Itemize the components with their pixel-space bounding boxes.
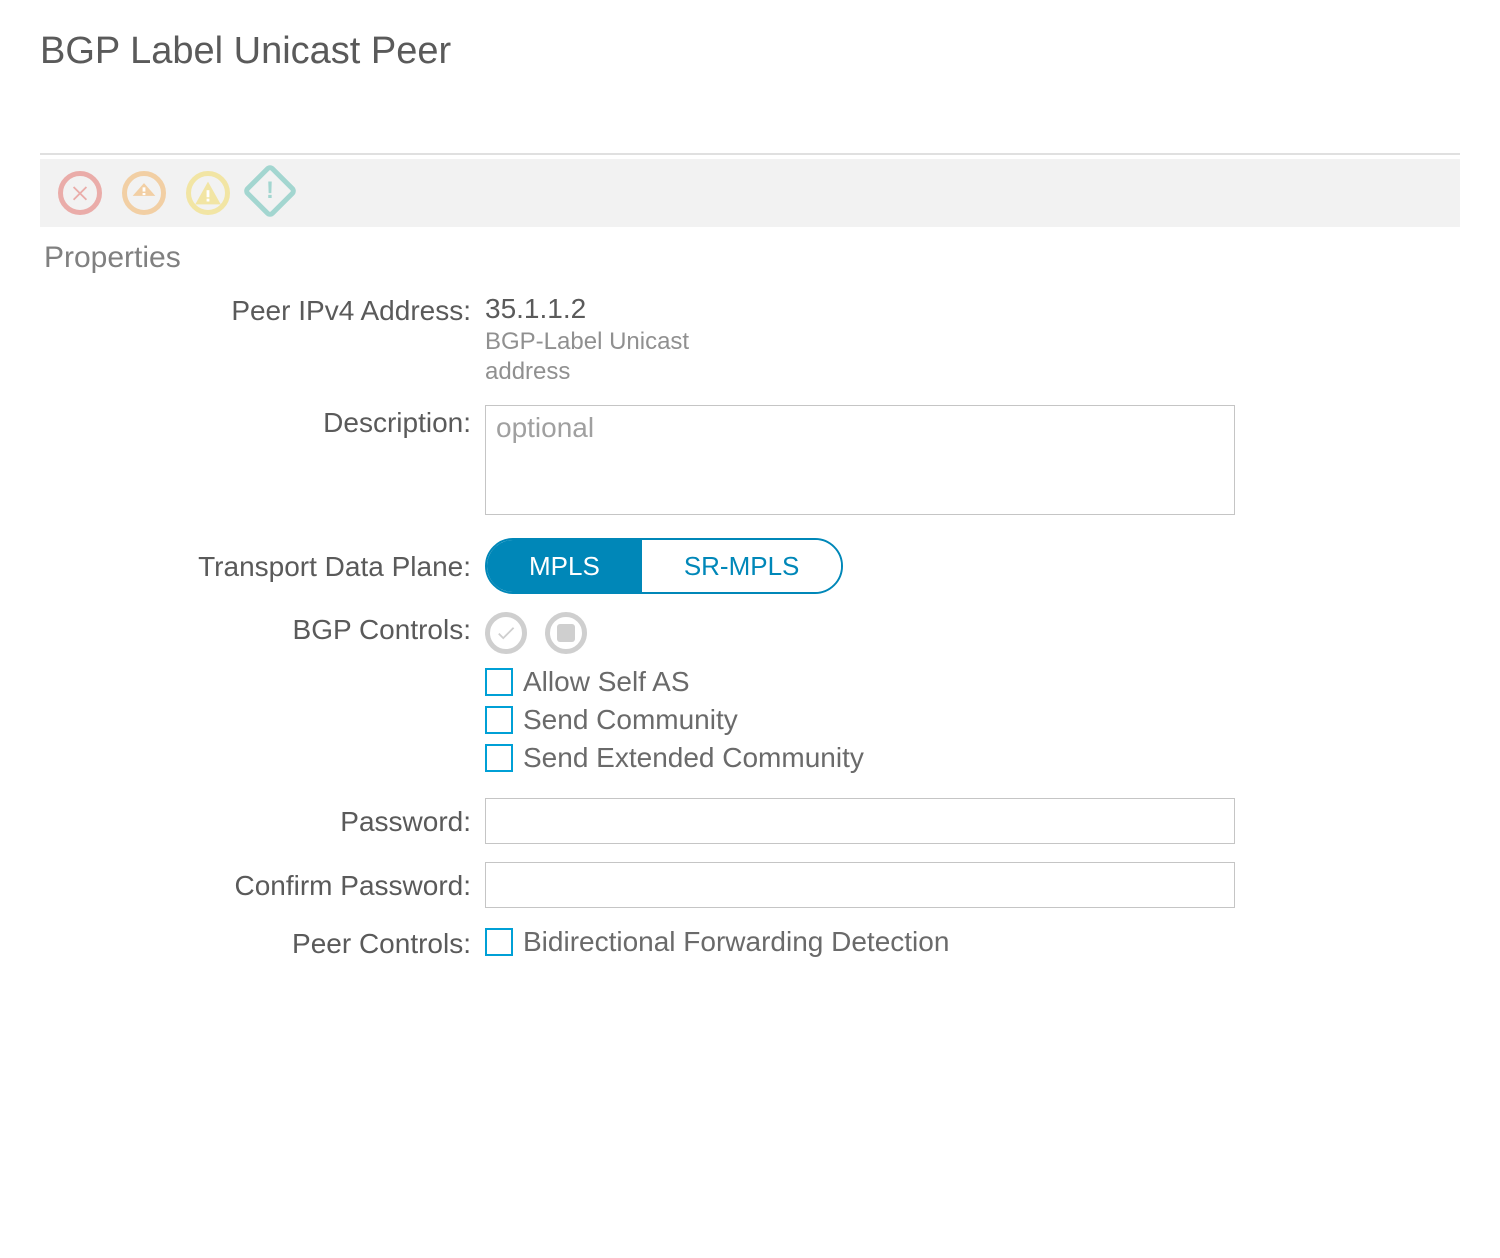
checkbox-label-allow-self-as: Allow Self AS <box>523 666 690 698</box>
critical-icon[interactable] <box>58 171 102 215</box>
password-label: Password: <box>40 804 485 838</box>
peer-controls-label: Peer Controls: <box>40 926 485 960</box>
transport-option-mpls[interactable]: MPLS <box>487 540 642 592</box>
transport-option-sr-mpls[interactable]: SR-MPLS <box>642 540 842 592</box>
checkbox-send-community[interactable] <box>485 706 513 734</box>
major-icon[interactable] <box>122 171 166 215</box>
peer-ipv4-hint: BGP-Label Unicast address <box>485 327 735 387</box>
uncheck-all-icon[interactable] <box>545 612 587 654</box>
checkbox-send-ext-community[interactable] <box>485 744 513 772</box>
checkbox-bfd[interactable] <box>485 928 513 956</box>
section-title: Properties <box>44 241 1460 275</box>
description-input[interactable] <box>485 405 1235 515</box>
transport-toggle: MPLS SR-MPLS <box>485 538 843 594</box>
description-label: Description: <box>40 405 485 439</box>
checkbox-row-bfd: Bidirectional Forwarding Detection <box>485 926 1460 958</box>
row-peer-ipv4: Peer IPv4 Address: 35.1.1.2 BGP-Label Un… <box>40 293 1460 387</box>
peer-ipv4-label: Peer IPv4 Address: <box>40 293 485 327</box>
info-icon[interactable]: ! <box>242 163 299 220</box>
row-confirm-password: Confirm Password: <box>40 862 1460 908</box>
checkbox-row-send-community: Send Community <box>485 704 1460 736</box>
checkbox-label-bfd: Bidirectional Forwarding Detection <box>523 926 949 958</box>
checkbox-allow-self-as[interactable] <box>485 668 513 696</box>
divider <box>40 153 1460 155</box>
row-password: Password: <box>40 798 1460 844</box>
checkbox-row-allow-self-as: Allow Self AS <box>485 666 1460 698</box>
checkbox-label-send-community: Send Community <box>523 704 738 736</box>
check-all-icon[interactable] <box>485 612 527 654</box>
peer-ipv4-value: 35.1.1.2 <box>485 293 1460 325</box>
row-description: Description: <box>40 405 1460 520</box>
status-bar: ! <box>40 159 1460 227</box>
bgp-controls-label: BGP Controls: <box>40 612 485 646</box>
page-title: BGP Label Unicast Peer <box>40 30 1460 73</box>
row-bgp-controls: BGP Controls: Allow Self AS Send Communi… <box>40 612 1460 780</box>
confirm-password-label: Confirm Password: <box>40 868 485 902</box>
minor-icon[interactable] <box>186 171 230 215</box>
row-transport: Transport Data Plane: MPLS SR-MPLS <box>40 538 1460 594</box>
checkbox-row-send-ext-community: Send Extended Community <box>485 742 1460 774</box>
row-peer-controls: Peer Controls: Bidirectional Forwarding … <box>40 926 1460 964</box>
bgp-bulk-actions <box>485 612 1460 654</box>
transport-label: Transport Data Plane: <box>40 549 485 583</box>
checkbox-label-send-ext-community: Send Extended Community <box>523 742 864 774</box>
confirm-password-input[interactable] <box>485 862 1235 908</box>
password-input[interactable] <box>485 798 1235 844</box>
